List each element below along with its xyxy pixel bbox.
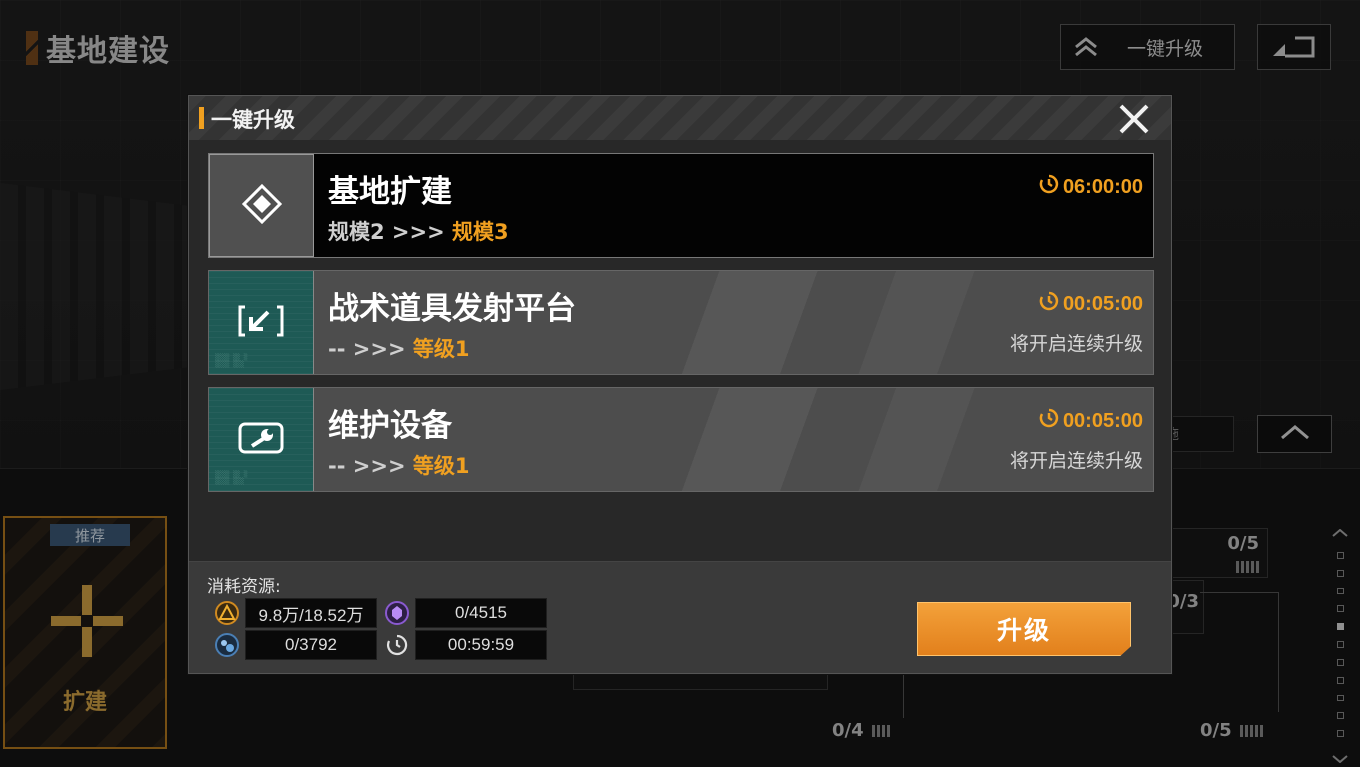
task-body: 维护设备 -- >>> 等级1 00:05:00 将开启连续升级 (314, 388, 1153, 491)
task-name: 维护设备 (328, 408, 452, 444)
clock-icon (379, 630, 415, 660)
level-arrow: >>> (384, 220, 453, 244)
cost-label: 消耗资源: (207, 577, 281, 597)
resource-item: 9.8万/18.52万 (209, 598, 377, 628)
dialog-header: 一键升级 (189, 96, 1171, 140)
resource-value: 0/4515 (415, 598, 547, 628)
close-button[interactable] (1117, 102, 1151, 136)
level-arrow: >>> (345, 454, 413, 478)
task-name: 战术道具发射平台 (328, 291, 576, 327)
resource-item: 0/4515 (379, 598, 547, 628)
resource-item: 0/3792 (209, 630, 377, 660)
upgrade-all-dialog: 一键升级 基地扩建 规模2 >>> 规模3 06:00:00 ░░░░ ░░ ░… (188, 95, 1172, 674)
cost-panel: 消耗资源: 9.8万/18.52万 0/4515 0/3792 00:59:59 (189, 561, 1171, 673)
dialog-title: 一键升级 (211, 108, 295, 132)
purple-crystal-icon (379, 598, 415, 628)
level-from: -- (328, 337, 346, 361)
task-icon-frame (209, 154, 314, 257)
upgrade-task-row[interactable]: 基地扩建 规模2 >>> 规模3 06:00:00 (208, 153, 1154, 258)
material-triangle-icon (209, 598, 245, 628)
resource-item: 00:59:59 (379, 630, 547, 660)
task-body: 战术道具发射平台 -- >>> 等级1 00:05:00 将开启连续升级 (314, 271, 1153, 374)
task-timer: 00:05:00 (1039, 291, 1143, 317)
timer-icon (1039, 291, 1059, 317)
wrench-icon (237, 421, 285, 459)
task-timer: 00:05:00 (1039, 408, 1143, 434)
level-arrow: >>> (345, 337, 413, 361)
blue-component-icon (209, 630, 245, 660)
task-icon-frame: ░░░░ ░░ ░ ░░░░ ░░░ (209, 271, 314, 374)
level-from: 规模2 (328, 220, 385, 244)
level-from: -- (328, 454, 346, 478)
upgrade-button[interactable]: 升级 (917, 602, 1131, 656)
task-icon-frame: ░░░░ ░░ ░ ░░░░ ░░░ (209, 388, 314, 491)
level-to: 规模3 (452, 220, 509, 244)
resource-value: 9.8万/18.52万 (245, 598, 377, 628)
resource-value: 00:59:59 (415, 630, 547, 660)
title-accent-bar (199, 107, 204, 129)
timer-icon (1039, 174, 1059, 200)
level-to: 等级1 (412, 454, 470, 478)
icon-decoration: ░░░░ ░░ ░ ░░░░ ░░░ (215, 354, 248, 368)
timer-value: 00:05:00 (1062, 292, 1143, 315)
timer-value: 00:05:00 (1062, 409, 1143, 432)
task-level: 规模2 >>> 规模3 (328, 216, 509, 246)
task-body: 基地扩建 规模2 >>> 规模3 06:00:00 (314, 154, 1153, 257)
timer-value: 06:00:00 (1062, 175, 1143, 198)
launch-icon (237, 304, 285, 342)
resource-value: 0/3792 (245, 630, 377, 660)
upgrade-task-row[interactable]: ░░░░ ░░ ░ ░░░░ ░░░ 战术道具发射平台 -- >>> 等级1 00… (208, 270, 1154, 375)
task-timer: 06:00:00 (1039, 174, 1143, 200)
task-level: -- >>> 等级1 (328, 333, 469, 363)
task-note: 将开启连续升级 (1009, 450, 1143, 472)
task-name: 基地扩建 (328, 174, 452, 210)
level-to: 等级1 (412, 337, 470, 361)
close-icon (1117, 104, 1151, 140)
task-note: 将开启连续升级 (1009, 333, 1143, 355)
icon-decoration: ░░░░ ░░ ░ ░░░░ ░░░ (215, 471, 248, 485)
timer-icon (1039, 408, 1059, 434)
diamond-icon (241, 183, 282, 228)
upgrade-task-row[interactable]: ░░░░ ░░ ░ ░░░░ ░░░ 维护设备 -- >>> 等级1 00:05:… (208, 387, 1154, 492)
task-level: -- >>> 等级1 (328, 450, 469, 480)
